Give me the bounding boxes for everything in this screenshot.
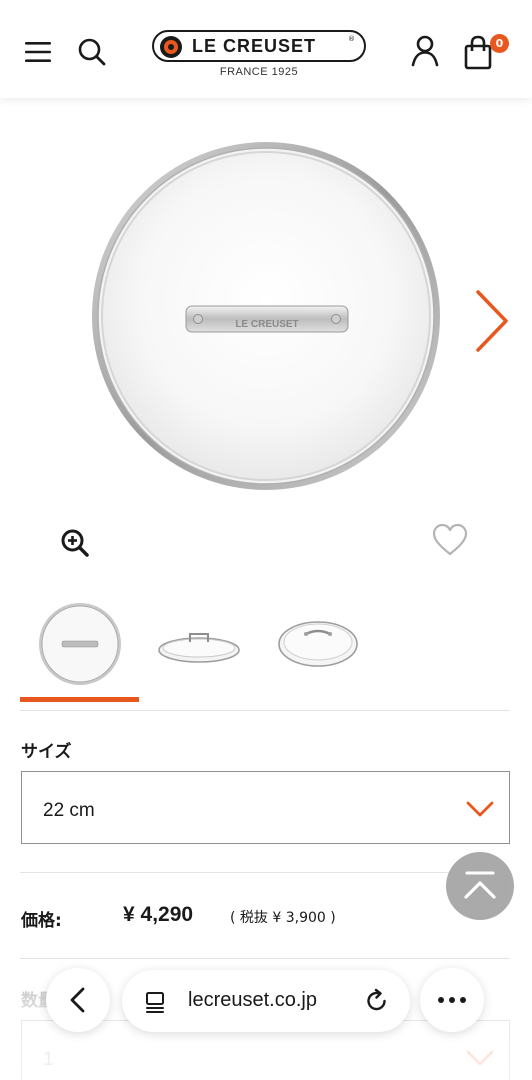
page-menu-icon[interactable]: [144, 990, 166, 1014]
back-to-top-icon: [464, 871, 496, 899]
menu-icon[interactable]: [24, 40, 52, 64]
size-selected-value: 22 cm: [43, 800, 95, 821]
next-image-chevron-icon[interactable]: [472, 288, 512, 354]
active-thumbnail-indicator: [20, 697, 139, 702]
more-options-button[interactable]: [420, 968, 484, 1032]
divider: [20, 710, 510, 711]
brand-logo[interactable]: LE CREUSET ®: [152, 30, 366, 62]
handle-engraving: LE CREUSET: [235, 319, 298, 330]
favorite-heart-icon[interactable]: [432, 523, 468, 557]
size-label: サイズ: [21, 742, 72, 762]
search-icon[interactable]: [76, 36, 108, 68]
quantity-selected-value: 1: [43, 1049, 54, 1070]
price-tax-excluded: ( 税抜 ¥ 3,900 ): [230, 910, 336, 926]
chevron-down-icon: [466, 801, 494, 817]
ellipsis-icon: [438, 997, 466, 1003]
thumbnail-lid-angle[interactable]: [276, 612, 360, 670]
browser-back-button[interactable]: [46, 968, 110, 1032]
price-label: 価格:: [21, 911, 62, 931]
price-value: ¥ 4,290: [123, 903, 194, 926]
back-chevron-icon: [70, 987, 85, 1013]
thumbnail-lid-top[interactable]: [36, 600, 124, 688]
chevron-down-icon: [466, 1050, 494, 1066]
account-icon[interactable]: [408, 34, 442, 68]
brand-name: LE CREUSET: [192, 36, 317, 56]
size-select[interactable]: 22 cm: [21, 771, 510, 844]
site-header: LE CREUSET ® FRANCE 1925 0: [0, 0, 532, 98]
cart-count-badge: 0: [490, 34, 509, 53]
product-image-lid[interactable]: LE CREUSET: [88, 138, 444, 494]
thumbnail-lid-side[interactable]: [156, 620, 242, 666]
divider: [20, 958, 510, 959]
divider: [20, 872, 510, 873]
url-text: lecreuset.co.jp: [188, 989, 317, 1011]
back-to-top-button[interactable]: [446, 852, 514, 920]
reload-icon[interactable]: [364, 988, 390, 1014]
brand-mark-icon: [160, 36, 182, 58]
address-bar[interactable]: lecreuset.co.jp: [122, 970, 410, 1032]
registered-mark: ®: [348, 35, 355, 43]
zoom-in-icon[interactable]: [60, 528, 90, 558]
brand-tagline: FRANCE 1925: [219, 66, 299, 78]
